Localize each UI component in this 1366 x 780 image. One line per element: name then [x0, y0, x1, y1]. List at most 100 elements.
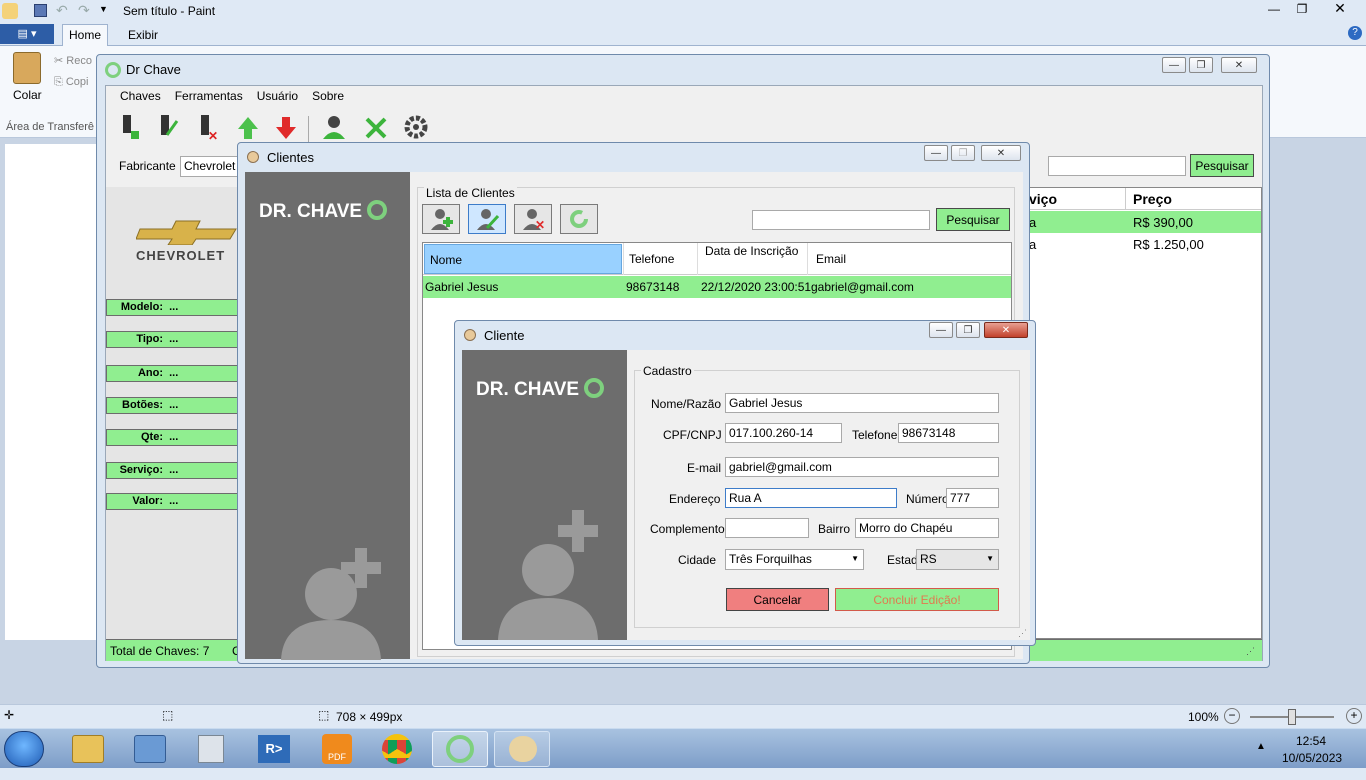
cut-button[interactable]: ✂ Reco	[54, 54, 92, 67]
nome-label: Nome/Razão	[651, 397, 722, 411]
clock-time[interactable]: 12:54	[1296, 734, 1326, 748]
field-qte-value: ...	[169, 431, 179, 443]
cliente-window-title: Cliente	[484, 328, 525, 343]
paint-close-button[interactable]: ✕	[1325, 0, 1355, 18]
arrow-up-icon[interactable]	[234, 112, 262, 142]
undo-icon[interactable]: ↶	[56, 2, 68, 19]
taskbar-pdf-icon[interactable]: PDF	[322, 734, 352, 764]
quick-access-dropdown-icon[interactable]: ▼	[99, 4, 108, 14]
col-data[interactable]: Data de Inscrição	[697, 243, 807, 275]
cell-data: 22/12/2020 23:00:51	[701, 280, 812, 294]
delete-client-button[interactable]: ✕	[514, 204, 552, 234]
email-field[interactable]: gabriel@gmail.com	[725, 457, 999, 477]
paint-minimize-button[interactable]: —	[1262, 2, 1286, 18]
menu-chaves[interactable]: Chaves	[106, 86, 168, 108]
table-row[interactable]: Gabriel Jesus 98673148 22/12/2020 23:00:…	[423, 276, 1011, 298]
clientes-grid-header: Nome Telefone Data de Inscrição Email	[423, 243, 1011, 275]
clientes-window-title: Clientes	[267, 150, 314, 165]
taskbar-control-panel-icon[interactable]	[134, 735, 166, 763]
col-telefone[interactable]: Telefone	[623, 243, 697, 275]
help-icon[interactable]: ?	[1348, 26, 1362, 40]
zoom-out-button[interactable]: −	[1224, 708, 1240, 724]
add-key-icon[interactable]	[116, 112, 144, 142]
confirm-edit-button[interactable]: Concluir Edição!	[835, 588, 999, 611]
cliente-resize-grip-icon[interactable]: ⋰	[1018, 628, 1027, 639]
gear-icon[interactable]	[402, 112, 430, 142]
drchave-logo-icon	[584, 378, 605, 398]
menu-sobre[interactable]: Sobre	[305, 86, 351, 108]
bairro-field[interactable]: Morro do Chapéu	[855, 518, 999, 538]
cliente-close-button[interactable]: ✕	[984, 322, 1028, 338]
clientes-maximize-button[interactable]: ❐	[951, 145, 975, 161]
edit-client-icon	[477, 209, 499, 230]
col-email[interactable]: Email	[807, 243, 1011, 275]
taskbar-rx-icon[interactable]: R>	[258, 735, 290, 763]
clientes-minimize-button[interactable]: —	[924, 145, 948, 161]
zoom-slider[interactable]	[1250, 709, 1334, 725]
paint-file-menu[interactable]: ▤ ▾	[0, 24, 54, 44]
arrow-down-icon[interactable]	[272, 112, 300, 142]
tools-icon[interactable]	[362, 112, 390, 142]
paste-button-label[interactable]: Colar	[13, 88, 42, 102]
col-nome[interactable]: Nome	[424, 244, 622, 274]
cliente-minimize-button[interactable]: —	[929, 322, 953, 338]
add-client-button[interactable]	[422, 204, 460, 234]
taskbar-drchave-icon[interactable]	[432, 731, 488, 767]
start-button[interactable]	[4, 731, 44, 767]
fabricante-select[interactable]: Chevrolet	[180, 156, 240, 177]
tab-exibir[interactable]: Exibir	[118, 26, 168, 44]
field-tipo: Tipo: ...	[106, 331, 239, 348]
edit-key-icon[interactable]	[154, 112, 182, 142]
clientes-search-button[interactable]: Pesquisar	[936, 208, 1010, 231]
cpf-field[interactable]: 017.100.260-14	[725, 423, 842, 443]
paint-canvas[interactable]	[5, 144, 100, 640]
resize-grip-icon[interactable]: ⋰	[1246, 646, 1255, 657]
redo-icon[interactable]: ↷	[78, 2, 90, 19]
delete-key-icon[interactable]: ✕	[194, 112, 222, 142]
table-row[interactable]: a R$ 1.250,00	[1027, 233, 1261, 255]
main-search-input[interactable]	[1048, 156, 1186, 176]
lista-clientes-title: Lista de Clientes	[424, 186, 517, 200]
user-icon[interactable]	[320, 112, 348, 142]
taskbar-calculator-icon[interactable]	[198, 735, 224, 763]
clientes-search-input[interactable]	[752, 210, 930, 230]
cliente-restore-button[interactable]: ❐	[956, 322, 980, 338]
paint-restore-button[interactable]: ❐	[1290, 2, 1314, 18]
clipboard-icon[interactable]	[13, 52, 41, 84]
grid-header-servico[interactable]: viço	[1029, 191, 1057, 207]
cancel-button[interactable]: Cancelar	[726, 588, 829, 611]
cidade-select[interactable]: Três Forquilhas ▼	[725, 549, 864, 570]
save-icon[interactable]	[34, 4, 47, 17]
endereco-field[interactable]: Rua A	[725, 488, 897, 508]
zoom-in-button[interactable]: +	[1346, 708, 1362, 724]
table-row[interactable]: a R$ 390,00	[1027, 211, 1261, 233]
zoom-slider-thumb[interactable]	[1288, 709, 1296, 725]
menu-ferramentas[interactable]: Ferramentas	[168, 86, 250, 108]
main-minimize-button[interactable]: —	[1162, 57, 1186, 73]
edit-client-button[interactable]	[468, 204, 506, 234]
tray-expand-icon[interactable]: ▲	[1256, 741, 1266, 752]
tab-home[interactable]: Home	[62, 24, 108, 46]
field-tipo-label: Tipo:	[136, 333, 163, 345]
clock-date[interactable]: 10/05/2023	[1282, 751, 1342, 765]
main-close-button[interactable]: ✕	[1221, 57, 1257, 73]
taskbar-paint-icon[interactable]	[494, 731, 550, 767]
refresh-button[interactable]	[560, 204, 598, 234]
main-restore-button[interactable]: ❐	[1189, 57, 1213, 73]
clientes-close-button[interactable]: ✕	[981, 145, 1021, 161]
menu-usuario[interactable]: Usuário	[250, 86, 305, 108]
grid-header-preco[interactable]: Preço	[1133, 191, 1172, 207]
taskbar-explorer-icon[interactable]	[72, 735, 104, 763]
estado-select[interactable]: RS ▼	[916, 549, 999, 570]
copy-button[interactable]: ⎘ Copi	[54, 76, 88, 89]
delete-client-icon: ✕	[523, 209, 545, 230]
cut-label: Reco	[66, 55, 92, 67]
main-search-button[interactable]: Pesquisar	[1190, 154, 1254, 177]
taskbar-chrome-icon[interactable]	[382, 734, 412, 764]
nome-field[interactable]: Gabriel Jesus	[725, 393, 999, 413]
complemento-field[interactable]	[725, 518, 809, 538]
telefone-field[interactable]: 98673148	[898, 423, 999, 443]
numero-field[interactable]: 777	[946, 488, 999, 508]
paint-app-icon[interactable]	[2, 3, 18, 19]
field-servico: Serviço: ...	[106, 462, 239, 479]
